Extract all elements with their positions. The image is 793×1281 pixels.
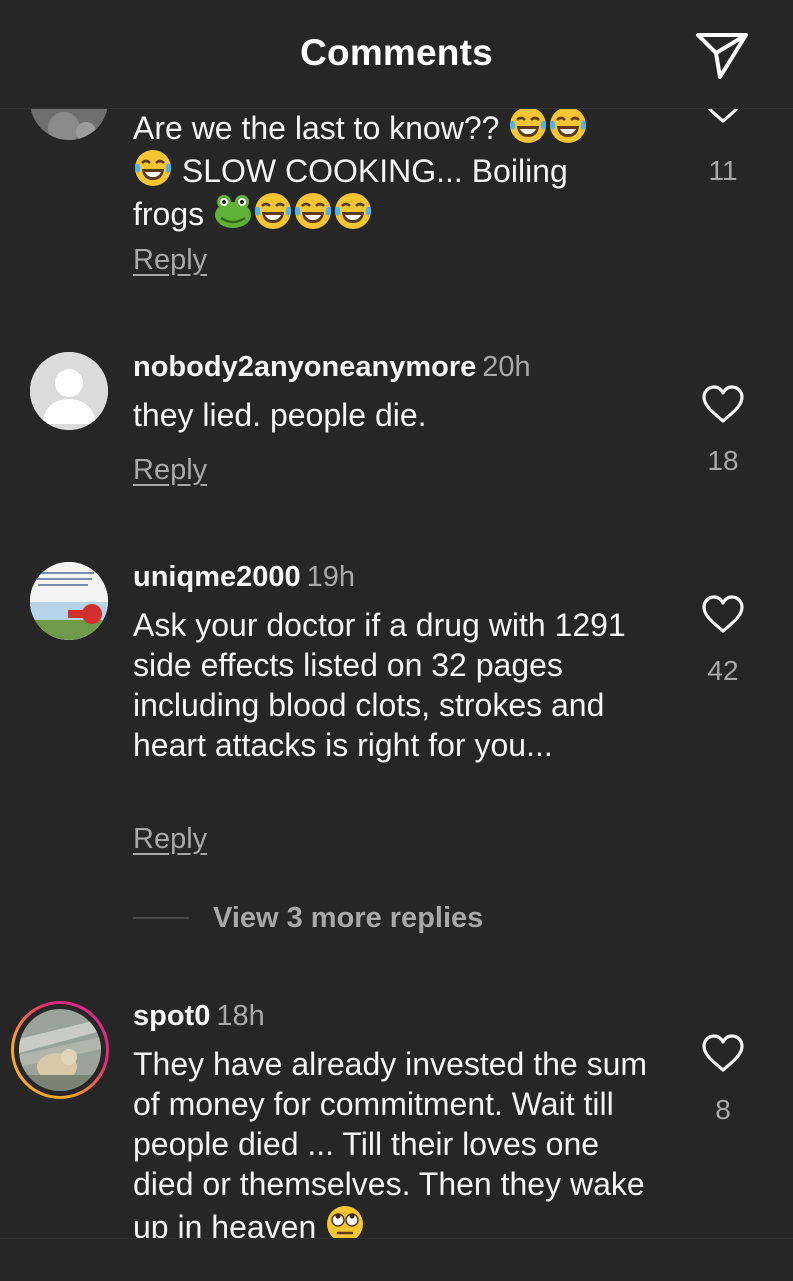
paper-plane-icon[interactable] [692,27,752,83]
like-count: 42 [707,655,739,686]
comment-text: they lied. people die. [133,397,427,433]
avatar[interactable] [19,1009,101,1091]
avatar-photo [30,562,108,640]
tears-of-joy-emoji [548,105,588,145]
like-count: 18 [707,445,739,476]
avatar[interactable] [30,352,108,430]
frog-emoji [213,191,253,231]
comments-header: Comments [0,0,793,109]
avatar-photo [19,1009,101,1091]
tears-of-joy-emoji [133,148,173,188]
avatar[interactable] [30,562,108,640]
comments-list: Are we the last to know?? SLOW COOKING..… [0,0,793,1238]
comment-text: They have already invested the sum of mo… [133,1044,663,1238]
heart-icon[interactable] [701,594,745,634]
comment-meta: uniqme2000 19h [133,560,355,594]
view-more-replies-button[interactable]: View 3 more replies [133,898,483,938]
default-avatar-icon [30,352,108,430]
reply-button[interactable]: Reply [133,823,207,856]
eye-roll-emoji [325,1204,365,1238]
comment-text: Are we the last to know?? SLOW COOKING..… [133,105,693,234]
heart-icon[interactable] [701,384,745,424]
reply-button[interactable]: Reply [133,454,207,487]
username[interactable]: uniqme2000 [133,561,301,593]
like-count: 11 [708,155,738,186]
timestamp: 19h [306,561,356,593]
story-ring[interactable] [11,1001,109,1099]
divider [133,917,189,919]
tears-of-joy-emoji [333,191,373,231]
timestamp: 18h [216,1000,265,1032]
username[interactable]: nobody2anyoneanymore [133,351,476,383]
tears-of-joy-emoji [253,191,293,231]
tears-of-joy-emoji [508,105,548,145]
timestamp: 20h [482,351,531,383]
view-more-replies-label: View 3 more replies [213,901,484,934]
page-title: Comments [300,32,493,73]
reply-button[interactable]: Reply [133,244,207,277]
comment-text: Ask your doctor if a drug with 1291 side… [133,607,626,763]
like-count: 8 [715,1094,731,1125]
heart-icon[interactable] [701,1033,745,1073]
comment-meta: spot0 18h [133,999,265,1033]
username[interactable]: spot0 [133,1000,210,1032]
bottom-bar [0,1238,793,1281]
comment-meta: nobody2anyoneanymore 20h [133,350,531,384]
tears-of-joy-emoji [293,191,333,231]
